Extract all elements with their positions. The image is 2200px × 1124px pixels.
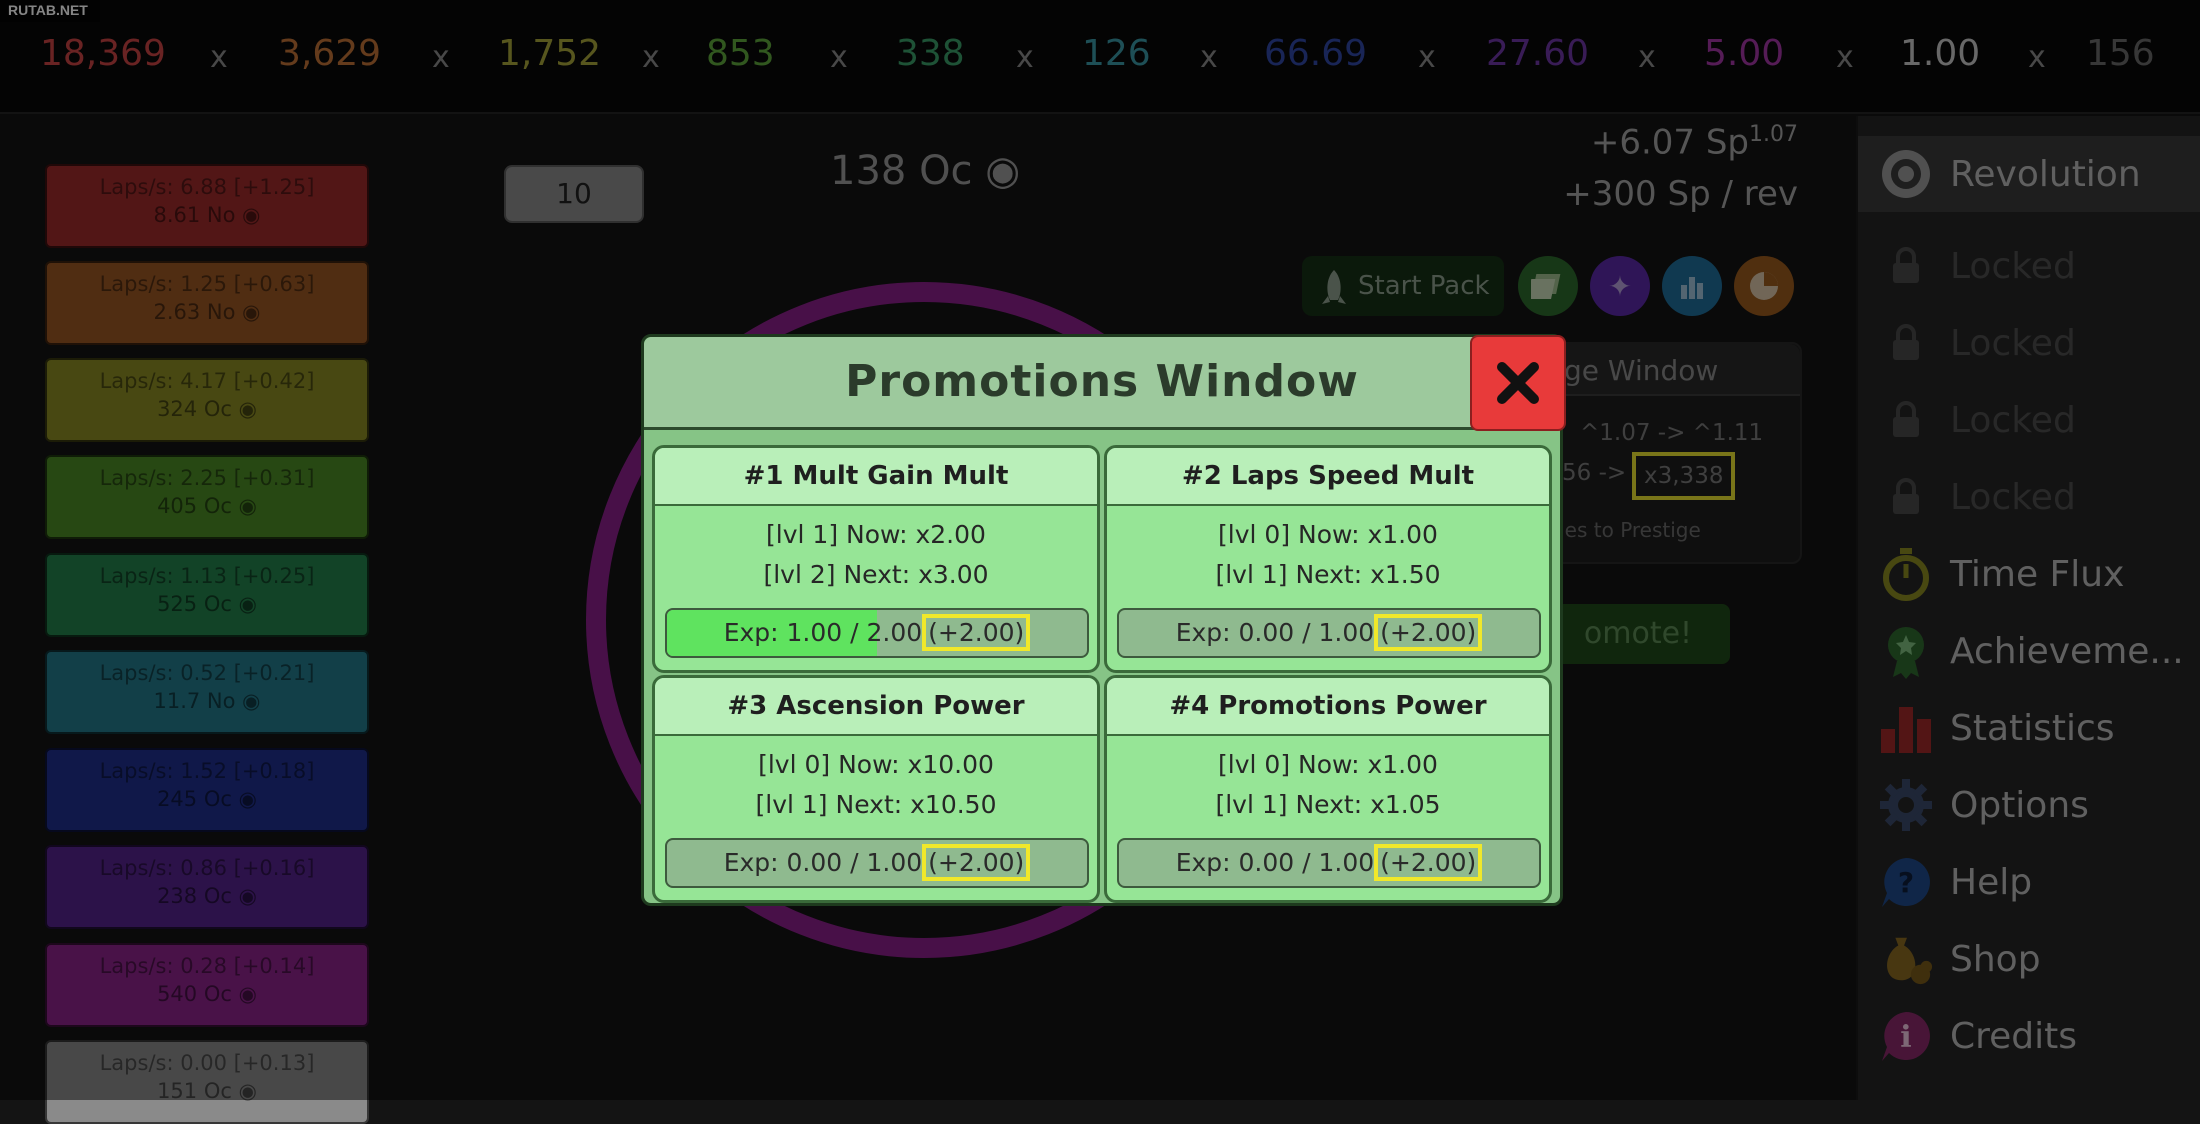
close-icon [1497, 362, 1539, 404]
promotion-card: #2 Laps Speed Mult [lvl 0] Now: x1.00 [l… [1104, 445, 1552, 673]
promotion-exp-button[interactable]: Exp: 0.00 / 1.00 (+2.00) [665, 838, 1089, 888]
promotion-title: #3 Ascension Power [655, 678, 1097, 736]
promotion-exp-button[interactable]: Exp: 0.00 / 1.00 (+2.00) [1117, 608, 1541, 658]
promotion-exp-button[interactable]: Exp: 1.00 / 2.00 (+2.00) [665, 608, 1089, 658]
close-button[interactable] [1470, 335, 1566, 431]
promotions-window: Promotions Window #1 Mult Gain Mult [lvl… [641, 334, 1566, 906]
exp-text: Exp: 0.00 / 1.00 (+2.00) [1119, 610, 1539, 656]
promotion-current: [lvl 0] Now: x1.00 [1218, 520, 1438, 549]
exp-gain: (+2.00) [922, 614, 1031, 651]
promotion-next: [lvl 1] Next: x1.05 [1215, 790, 1441, 819]
exp-gain: (+2.00) [922, 844, 1031, 881]
promotion-card: #3 Ascension Power [lvl 0] Now: x10.00 [… [652, 675, 1100, 903]
promotion-title: #4 Promotions Power [1107, 678, 1549, 736]
promotion-next: [lvl 1] Next: x1.50 [1215, 560, 1441, 589]
exp-value: Exp: 0.00 / 1.00 [1175, 618, 1375, 647]
promotion-current: [lvl 0] Now: x1.00 [1218, 750, 1438, 779]
exp-gain: (+2.00) [1374, 614, 1483, 651]
exp-value: Exp: 1.00 / 2.00 [723, 618, 923, 647]
exp-gain: (+2.00) [1374, 844, 1483, 881]
promotion-title: #1 Mult Gain Mult [655, 448, 1097, 506]
modal-title: Promotions Window [845, 356, 1359, 407]
promotion-current: [lvl 0] Now: x10.00 [758, 750, 994, 779]
exp-text: Exp: 0.00 / 1.00 (+2.00) [667, 840, 1087, 886]
promotion-current: [lvl 1] Now: x2.00 [766, 520, 986, 549]
promotion-exp-button[interactable]: Exp: 0.00 / 1.00 (+2.00) [1117, 838, 1541, 888]
promotion-title: #2 Laps Speed Mult [1107, 448, 1549, 506]
promotion-next: [lvl 2] Next: x3.00 [763, 560, 989, 589]
exp-text: Exp: 0.00 / 1.00 (+2.00) [1119, 840, 1539, 886]
promotion-card: #1 Mult Gain Mult [lvl 1] Now: x2.00 [lv… [652, 445, 1100, 673]
promotion-card: #4 Promotions Power [lvl 0] Now: x1.00 [… [1104, 675, 1552, 903]
exp-value: Exp: 0.00 / 1.00 [1175, 848, 1375, 877]
exp-text: Exp: 1.00 / 2.00 (+2.00) [667, 610, 1087, 656]
exp-value: Exp: 0.00 / 1.00 [723, 848, 923, 877]
promotion-next: [lvl 1] Next: x10.50 [755, 790, 997, 819]
